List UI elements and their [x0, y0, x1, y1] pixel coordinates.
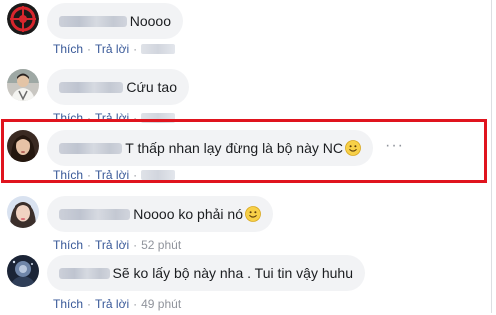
comment-actions: Thích · Trả lời · 52 phút [53, 238, 181, 252]
smiley-emoji-icon [245, 206, 261, 222]
avatar[interactable] [7, 3, 39, 35]
comment-text: Sẽ ko lấy bộ này nha . Tui tin vậy huhu [112, 265, 354, 281]
comment-actions: Thích · Trả lời · 49 phút [53, 297, 181, 311]
author-name[interactable] [59, 208, 131, 220]
reply-link[interactable]: Trả lời [95, 297, 129, 311]
divider [491, 0, 492, 313]
like-link[interactable]: Thích [53, 42, 83, 56]
comment-item: Noooo ko phải nó Thích · Trả lời · 52 ph… [0, 196, 496, 256]
separator: · [133, 42, 138, 56]
author-name[interactable] [59, 15, 127, 27]
separator: · [133, 238, 138, 252]
like-link[interactable]: Thích [53, 238, 83, 252]
highlight-frame [1, 119, 487, 183]
comment-item: Noooo Thích · Trả lời · [0, 3, 496, 63]
comment-bubble: Sẽ ko lấy bộ này nha . Tui tin vậy huhu [47, 255, 365, 291]
comment-bubble: Noooo ko phải nó [47, 196, 273, 232]
comment-text: Noooo [129, 13, 171, 29]
separator: · [87, 42, 92, 56]
comment-bubble: Noooo [47, 3, 183, 39]
avatar[interactable] [7, 255, 39, 287]
comment-text: Cứu tao [126, 79, 177, 95]
timestamp[interactable] [141, 44, 176, 54]
separator: · [87, 238, 92, 252]
comment-thread: Noooo Thích · Trả lời · Cứu tao Thích · … [0, 0, 496, 313]
separator: · [87, 297, 92, 311]
author-name[interactable] [59, 267, 110, 279]
comment-bubble: Cứu tao [47, 69, 189, 105]
avatar[interactable] [7, 196, 39, 228]
separator: · [133, 297, 138, 311]
timestamp[interactable]: 49 phút [141, 297, 181, 311]
reply-link[interactable]: Trả lời [95, 238, 129, 252]
avatar[interactable] [7, 69, 39, 101]
comment-text: Noooo ko phải nó [133, 206, 243, 222]
like-link[interactable]: Thích [53, 297, 83, 311]
timestamp[interactable]: 52 phút [141, 238, 181, 252]
reply-link[interactable]: Trả lời [95, 42, 129, 56]
comment-item: Sẽ ko lấy bộ này nha . Tui tin vậy huhu … [0, 255, 496, 315]
author-name[interactable] [59, 81, 124, 93]
comment-actions: Thích · Trả lời · [53, 42, 176, 56]
